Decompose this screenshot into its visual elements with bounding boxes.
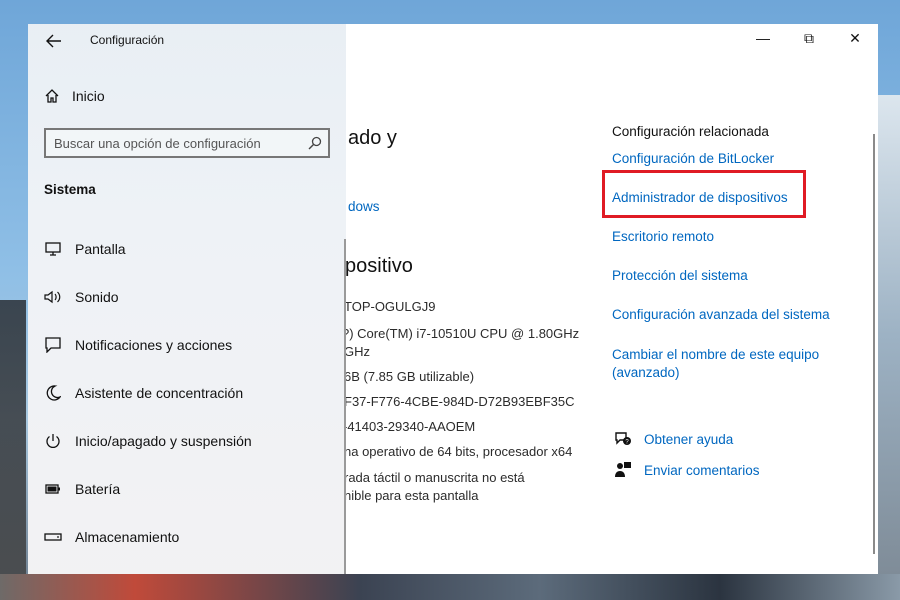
minimize-icon: — <box>756 30 770 46</box>
sidebar-item-power[interactable]: Inicio/apagado y suspensión <box>44 429 324 453</box>
advanced-system-link[interactable]: Configuración avanzada del sistema <box>612 307 830 322</box>
section-title: Sistema <box>44 182 96 197</box>
search-icon[interactable] <box>308 136 322 150</box>
get-help-label: Obtener ayuda <box>644 431 734 447</box>
wallpaper-street <box>0 574 900 600</box>
storage-icon <box>44 528 62 546</box>
spec-system-type: na operativo de 64 bits, procesador x64 <box>344 444 573 459</box>
sidebar-item-label: Pantalla <box>75 241 126 257</box>
sidebar-item-label: Inicio/apagado y suspensión <box>75 433 252 449</box>
spec-processor-cont: GHz <box>344 344 370 359</box>
wallpaper-lamp <box>0 300 26 590</box>
related-settings-title: Configuración relacionada <box>612 124 769 139</box>
sidebar-scrollbar[interactable] <box>344 239 346 574</box>
spec-device-id: F37-F776-4CBE-984D-D72B93EBF35C <box>344 394 575 409</box>
spec-device-name: TOP-OGULGJ9 <box>344 299 436 314</box>
device-spec-heading: positivo <box>345 255 413 277</box>
window-title: Configuración <box>90 33 165 47</box>
get-help-link[interactable]: ? Obtener ayuda <box>612 430 733 448</box>
close-icon: ✕ <box>849 29 861 46</box>
speaker-icon <box>44 288 62 306</box>
notification-icon <box>44 336 62 354</box>
search-input[interactable] <box>54 134 294 152</box>
battery-icon <box>44 480 62 498</box>
back-button[interactable] <box>42 32 66 50</box>
search-box <box>44 128 330 158</box>
sidebar-item-sound[interactable]: Sonido <box>44 285 324 309</box>
spec-ram: 6B (7.85 GB utilizable) <box>344 369 475 384</box>
device-manager-link[interactable]: Administrador de dispositivos <box>612 190 788 205</box>
close-button[interactable]: ✕ <box>832 24 878 52</box>
sidebar-item-home[interactable]: Inicio <box>44 88 105 104</box>
sidebar-item-label: Sonido <box>75 289 119 305</box>
help-chat-icon: ? <box>612 430 634 448</box>
moon-icon <box>44 384 62 402</box>
feedback-label: Enviar comentarios <box>644 462 760 478</box>
rename-pc-link[interactable]: Cambiar el nombre de este equipo <box>612 347 819 362</box>
spec-product-id: -41403-29340-AAOEM <box>343 419 476 434</box>
sidebar-item-battery[interactable]: Batería <box>44 477 324 501</box>
sidebar-item-label: Batería <box>75 481 121 497</box>
system-protection-link[interactable]: Protección del sistema <box>612 268 748 283</box>
title-bar-controls: — ⧉ ✕ <box>740 24 878 52</box>
feedback-icon <box>612 461 634 479</box>
spec-processor: ?) Core(TM) i7-10510U CPU @ 1.80GHz <box>342 326 580 341</box>
remote-desktop-link[interactable]: Escritorio remoto <box>612 229 714 244</box>
sidebar-item-label: Notificaciones y acciones <box>75 337 233 353</box>
sidebar-item-display[interactable]: Pantalla <box>44 237 324 261</box>
sidebar: Configuración Inicio Sistema Pantalla So… <box>28 24 346 574</box>
sidebar-item-focus-assist[interactable]: Asistente de concentración <box>44 381 324 405</box>
sidebar-item-label: Almacenamiento <box>75 529 180 545</box>
wallpaper-building <box>878 95 900 575</box>
home-icon <box>45 89 59 103</box>
home-label: Inicio <box>72 88 105 104</box>
spec-pen-touch: rada táctil o manuscrita no está <box>344 470 525 485</box>
power-icon <box>44 432 62 450</box>
sidebar-item-notifications[interactable]: Notificaciones y acciones <box>44 333 324 357</box>
main-scrollbar[interactable] <box>873 134 875 554</box>
arrow-left-icon <box>46 34 61 48</box>
restore-icon: ⧉ <box>804 29 814 46</box>
monitor-icon <box>44 240 62 258</box>
settings-window: ado y dows positivo TOP-OGULGJ9 ?) Core(… <box>28 24 878 574</box>
windows-link-partial[interactable]: dows <box>348 199 380 214</box>
bitlocker-link[interactable]: Configuración de BitLocker <box>612 151 774 166</box>
sidebar-item-label: Asistente de concentración <box>75 385 244 401</box>
spec-pen-touch-cont: nible para esta pantalla <box>344 488 479 503</box>
feedback-link[interactable]: Enviar comentarios <box>612 461 760 479</box>
maximize-button[interactable]: ⧉ <box>786 24 832 52</box>
minimize-button[interactable]: — <box>740 24 786 52</box>
sidebar-item-storage[interactable]: Almacenamiento <box>44 525 324 549</box>
rename-pc-link-cont[interactable]: (avanzado) <box>612 365 680 380</box>
main-heading-partial: ado y <box>348 127 397 149</box>
